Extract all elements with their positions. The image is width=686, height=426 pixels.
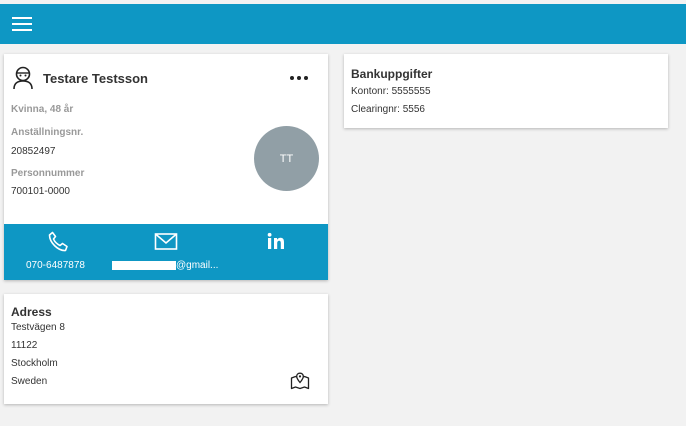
email-button[interactable]: @gmail... — [112, 224, 220, 280]
account-number: Kontonr: 5555555 — [351, 86, 431, 97]
address-postal-code: 11122 — [11, 340, 38, 351]
address-street: Testvägen 8 — [11, 322, 65, 333]
redaction — [112, 261, 176, 270]
bank-title: Bankuppgifter — [351, 67, 433, 81]
phone-icon — [48, 231, 68, 252]
employee-no: 20852497 — [11, 146, 56, 157]
menu-icon[interactable] — [12, 17, 32, 31]
linkedin-icon — [267, 232, 284, 249]
gender-age: Kvinna, 48 år — [11, 104, 74, 115]
mail-icon — [154, 233, 178, 250]
phone-number: 070-6487878 — [26, 260, 85, 271]
map-icon[interactable] — [290, 372, 310, 390]
personal-no-label: Personnummer — [11, 168, 85, 179]
bank-card: Bankuppgifter Kontonr: 5555555 Clearingn… — [344, 54, 668, 128]
email-address: @gmail... — [176, 260, 219, 271]
person-name: Testare Testsson — [43, 71, 149, 86]
address-country: Sweden — [11, 376, 48, 387]
top-app-bar — [0, 4, 686, 44]
clearing-number: Clearingnr: 5556 — [351, 104, 425, 115]
person-card: Testare Testsson Kvinna, 48 år Anställni… — [4, 54, 328, 280]
employee-no-label: Anställningsnr. — [11, 127, 84, 138]
personal-no: 700101-0000 — [11, 186, 70, 197]
more-icon[interactable] — [290, 74, 312, 82]
address-card: Adress Testvägen 8 11122 Stockholm Swede… — [4, 294, 328, 404]
address-title: Adress — [11, 305, 52, 319]
linkedin-button[interactable] — [220, 224, 328, 280]
contact-bar: 070-6487878 @gmail... — [4, 224, 328, 280]
person-icon — [13, 66, 33, 90]
phone-button[interactable]: 070-6487878 — [4, 224, 112, 280]
address-city: Stockholm — [11, 358, 58, 369]
avatar: TT — [254, 126, 319, 191]
